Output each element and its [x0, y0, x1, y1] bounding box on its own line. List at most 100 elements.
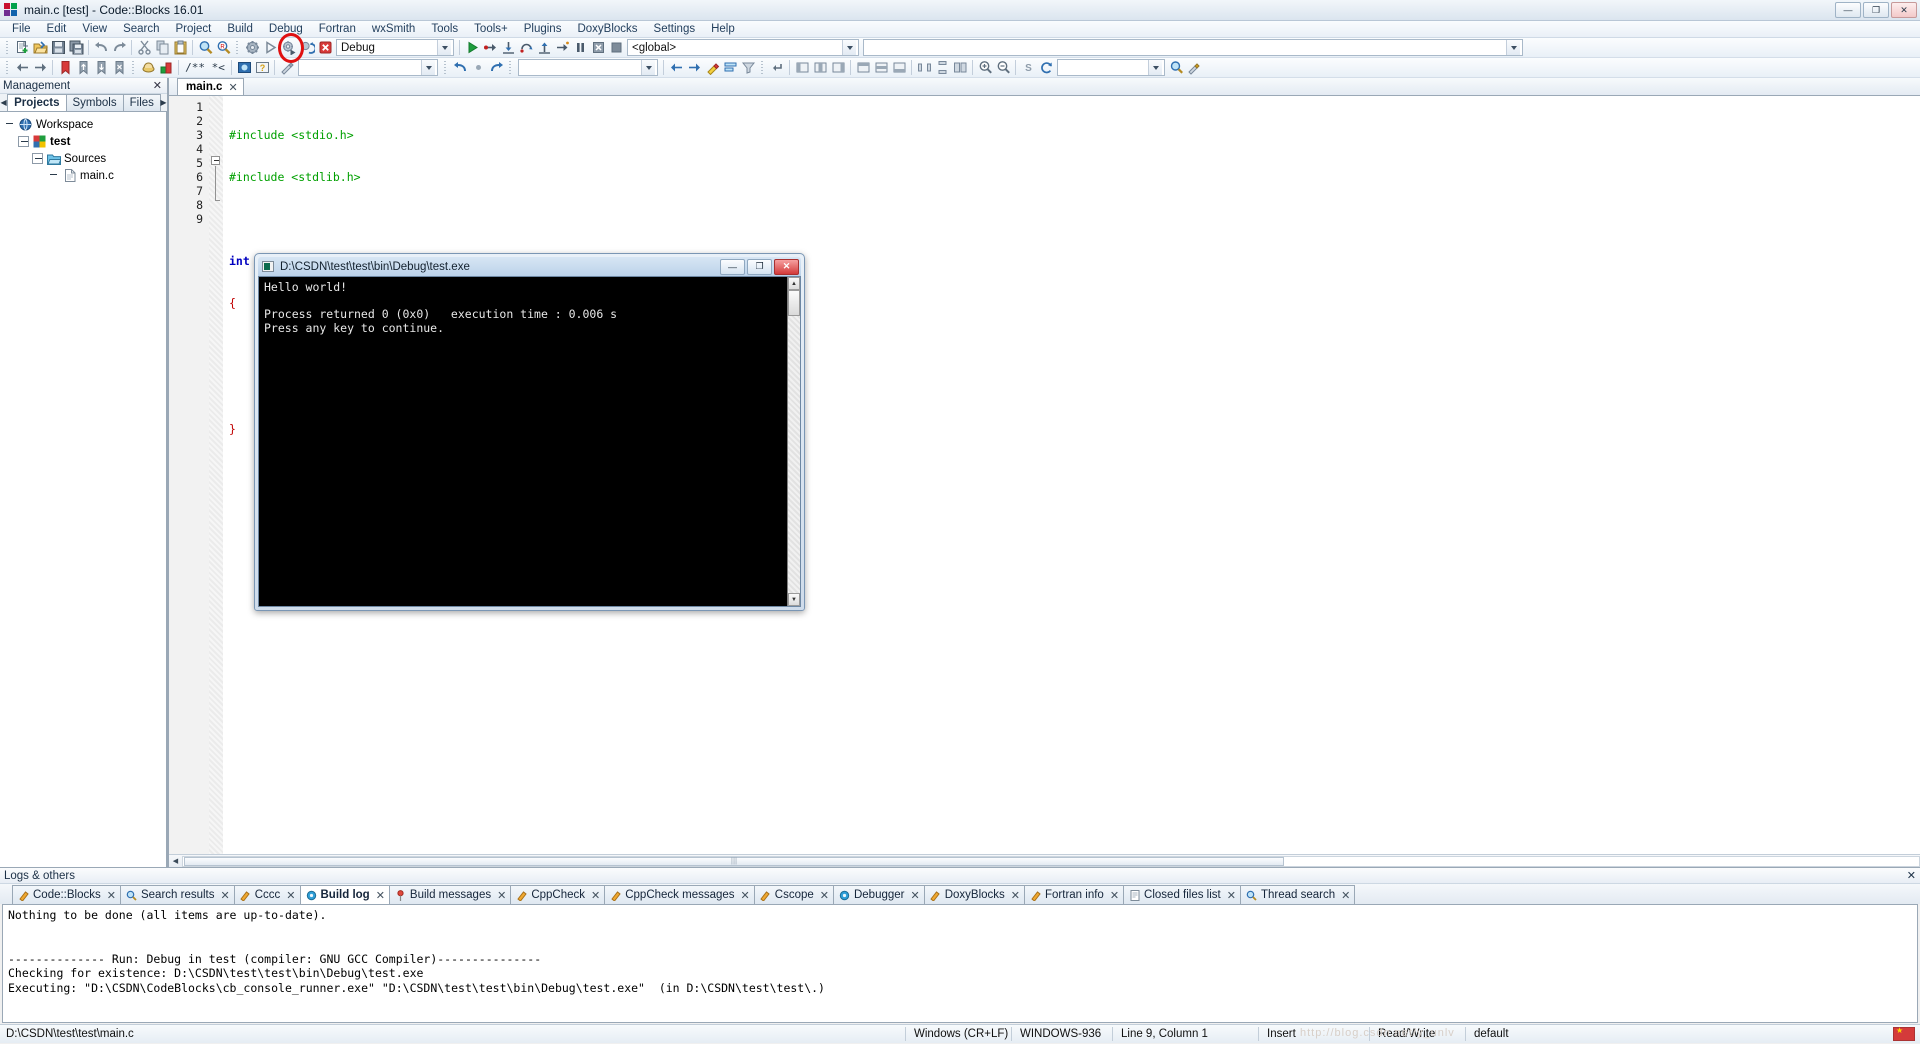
menu-plugins[interactable]: Plugins [516, 21, 570, 37]
menu-doxyblocks[interactable]: DoxyBlocks [569, 21, 645, 37]
close-icon[interactable]: ✕ [1227, 889, 1236, 902]
tree-item-workspace[interactable]: Workspace [4, 116, 166, 133]
close-icon[interactable]: ✕ [741, 889, 750, 902]
rebuild-icon[interactable] [298, 39, 316, 57]
logtab-thread-search[interactable]: Thread search ✕ [1239, 885, 1356, 904]
redo-nav-icon[interactable] [487, 59, 505, 77]
menu-tools[interactable]: Tools [423, 21, 466, 37]
scroll-down-icon[interactable]: ▼ [788, 593, 800, 606]
function-combo[interactable] [863, 39, 1523, 56]
console-maximize-button[interactable]: ❐ [747, 258, 772, 275]
close-button[interactable]: ✕ [1891, 2, 1917, 18]
scroll-thumb[interactable] [788, 290, 800, 316]
console-close-button[interactable]: ✕ [774, 258, 799, 275]
undo-nav-icon[interactable] [451, 59, 469, 77]
close-icon[interactable]: ✕ [221, 889, 230, 902]
save-icon[interactable] [49, 39, 67, 57]
stop-debug-icon[interactable] [589, 39, 607, 57]
stop-icon[interactable] [607, 39, 625, 57]
toolbar-grip[interactable] [442, 60, 449, 76]
align-middle-icon[interactable] [872, 59, 890, 77]
menu-help[interactable]: Help [703, 21, 743, 37]
forward-icon[interactable] [31, 59, 49, 77]
close-icon[interactable]: ✕ [1907, 869, 1916, 882]
next-instruction-icon[interactable] [553, 39, 571, 57]
bookmark-prev-icon[interactable] [74, 59, 92, 77]
step-into-icon[interactable] [499, 39, 517, 57]
close-icon[interactable]: ✕ [228, 81, 237, 94]
doxyblocks-extract-icon[interactable] [278, 59, 296, 77]
select-all-occurrences-icon[interactable] [721, 59, 739, 77]
chevron-down-icon[interactable] [1506, 40, 1520, 55]
zoom-in-icon[interactable] [976, 59, 994, 77]
scroll-track[interactable] [788, 316, 800, 593]
logtab-cppcheck[interactable]: CppCheck ✕ [510, 885, 606, 904]
build-and-run-icon[interactable] [280, 39, 298, 57]
close-icon[interactable]: ✕ [107, 889, 116, 902]
tree-item-mainc[interactable]: main.c [4, 167, 166, 184]
close-icon[interactable]: ✕ [911, 889, 920, 902]
paste-icon[interactable] [171, 39, 189, 57]
symbol-search-icon[interactable] [1167, 59, 1185, 77]
tree-toggle[interactable] [32, 153, 43, 164]
menu-debug[interactable]: Debug [261, 21, 311, 37]
run-icon[interactable] [261, 39, 279, 57]
find-icon[interactable] [196, 39, 214, 57]
symbol-combo[interactable] [1057, 59, 1165, 76]
bookmark-clear-icon[interactable] [110, 59, 128, 77]
align-top-icon[interactable] [854, 59, 872, 77]
toolbar-grip[interactable] [507, 60, 514, 76]
menu-tools-plus[interactable]: Tools+ [466, 21, 516, 37]
scroll-thumb[interactable] [184, 856, 1284, 866]
breakpoints-icon[interactable] [157, 59, 175, 77]
menu-build[interactable]: Build [219, 21, 261, 37]
align-bottom-icon[interactable] [890, 59, 908, 77]
chevron-down-icon[interactable] [437, 40, 451, 55]
scroll-up-icon[interactable]: ▲ [788, 277, 800, 290]
close-icon[interactable]: ✕ [820, 889, 829, 902]
chevron-down-icon[interactable] [641, 60, 655, 75]
nav-dot-icon[interactable] [469, 59, 487, 77]
console-window[interactable]: D:\CSDN\test\test\bin\Debug\test.exe — ❐… [254, 253, 805, 611]
filter-icon[interactable] [739, 59, 757, 77]
scope-combo[interactable]: <global> [627, 39, 859, 56]
doxyblocks-run-icon[interactable] [235, 59, 253, 77]
toolbar-grip[interactable] [130, 60, 137, 76]
logtab-cscope[interactable]: Cscope ✕ [753, 885, 834, 904]
close-icon[interactable]: ✕ [591, 889, 600, 902]
align-right-icon[interactable] [829, 59, 847, 77]
doxygen-comment-icon[interactable]: /** *< [182, 59, 228, 77]
search-field[interactable] [518, 59, 658, 76]
scroll-track[interactable] [182, 855, 1920, 867]
logtab-cppcheck-messages[interactable]: CppCheck messages ✕ [604, 885, 755, 904]
debug-watches-icon[interactable] [139, 59, 157, 77]
logtab-build-log[interactable]: Build log ✕ [299, 885, 390, 904]
chevron-down-icon[interactable] [1148, 60, 1162, 75]
zoom-out-icon[interactable] [994, 59, 1012, 77]
align-center-icon[interactable] [811, 59, 829, 77]
tabs-scroll-right-icon[interactable]: ▶ [160, 94, 167, 111]
refresh-icon[interactable] [1037, 59, 1055, 77]
logtab-debugger[interactable]: Debugger ✕ [832, 885, 925, 904]
menu-wxsmith[interactable]: wxSmith [364, 21, 423, 37]
symbol-settings-icon[interactable] [1185, 59, 1203, 77]
close-icon[interactable]: ✕ [151, 79, 164, 92]
goto-prev-icon[interactable] [667, 59, 685, 77]
fold-gutter[interactable] [209, 96, 223, 854]
replace-icon[interactable]: R [214, 39, 232, 57]
redo-icon[interactable] [110, 39, 128, 57]
save-all-icon[interactable] [67, 39, 85, 57]
build-icon[interactable] [243, 39, 261, 57]
spread-v-icon[interactable] [933, 59, 951, 77]
logtab-doxyblocks[interactable]: DoxyBlocks ✕ [923, 885, 1026, 904]
close-icon[interactable]: ✕ [376, 889, 385, 902]
logtab-closed-files-list[interactable]: Closed files list ✕ [1123, 885, 1241, 904]
close-icon[interactable]: ✕ [1110, 889, 1119, 902]
close-icon[interactable]: ✕ [497, 889, 506, 902]
menu-edit[interactable]: Edit [39, 21, 75, 37]
menu-search[interactable]: Search [115, 21, 167, 37]
chevron-down-icon[interactable] [842, 40, 856, 55]
menu-view[interactable]: View [74, 21, 115, 37]
doxyblocks-field[interactable] [298, 59, 438, 76]
back-icon[interactable] [13, 59, 31, 77]
